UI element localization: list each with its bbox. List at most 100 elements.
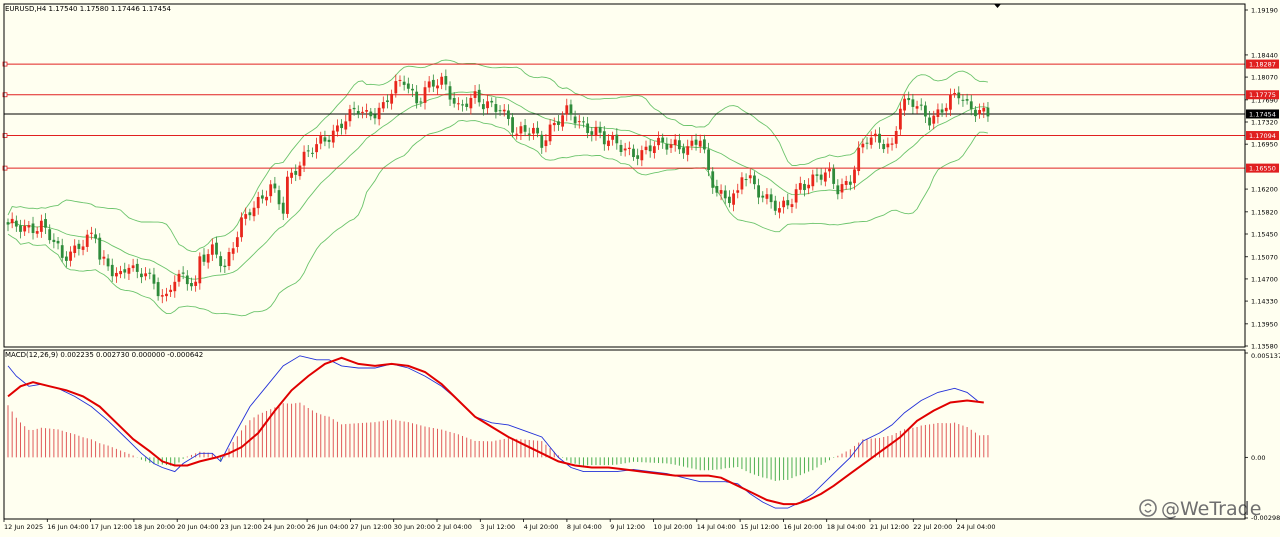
candle-body	[377, 107, 381, 120]
price-tick-label: 1.16950	[1251, 141, 1278, 149]
price-tick-label: 1.14330	[1251, 298, 1278, 306]
price-tick-label: 1.13950	[1251, 320, 1278, 328]
candle-body	[527, 133, 531, 135]
candle-body	[6, 222, 10, 225]
candle-body	[256, 196, 260, 209]
price-header: EURUSD,H4 1.17540 1.17580 1.17446 1.1745…	[5, 5, 172, 13]
candle-body	[135, 263, 139, 272]
candle-body	[753, 175, 756, 185]
candle-body	[878, 133, 881, 143]
candle-body	[844, 181, 848, 185]
candle-body	[235, 237, 239, 247]
candle-body	[694, 139, 698, 145]
candle-body	[732, 193, 735, 205]
candle-body	[144, 273, 148, 277]
candle-body	[615, 134, 619, 144]
time-tick-label: 14 Jul 04:00	[697, 523, 736, 531]
candle-body	[69, 251, 72, 261]
price-tick-label: 1.16200	[1251, 186, 1278, 194]
candle-body	[386, 100, 389, 103]
candle-body	[340, 123, 343, 129]
candle-body	[819, 174, 823, 180]
candle-body	[98, 237, 102, 260]
candle-body	[352, 107, 356, 110]
candle-body	[853, 169, 856, 184]
candle-body	[294, 170, 298, 175]
candle-body	[598, 127, 602, 133]
candle-body	[35, 231, 39, 234]
candle-body	[903, 98, 906, 111]
candle-body	[857, 147, 861, 172]
candle-body	[861, 143, 865, 148]
candle-body	[536, 127, 539, 134]
candle-body	[248, 212, 252, 216]
candle-body	[961, 99, 965, 101]
candle-body	[757, 185, 760, 198]
candle-body	[252, 207, 256, 217]
candle-body	[398, 79, 402, 81]
candle-body	[244, 214, 248, 219]
candle-body	[848, 181, 852, 185]
candle-body	[940, 109, 944, 113]
candle-body	[85, 234, 89, 247]
candle-body	[52, 239, 56, 243]
candle-body	[452, 98, 456, 104]
candle-body	[127, 267, 131, 274]
candle-body	[469, 97, 473, 109]
candle-body	[744, 179, 748, 181]
candle-body	[619, 144, 623, 153]
candle-body	[140, 273, 143, 278]
candle-body	[394, 81, 398, 94]
price-tick-label: 1.19190	[1251, 7, 1278, 15]
time-tick-label: 15 Jul 12:00	[740, 523, 779, 531]
candle-body	[873, 133, 877, 137]
candle-body	[436, 85, 439, 89]
time-tick-label: 22 Jul 20:00	[913, 523, 952, 531]
candle-body	[365, 110, 369, 112]
candle-body	[494, 104, 498, 112]
candle-body	[19, 225, 22, 232]
candle-body	[290, 172, 293, 178]
candle-body	[565, 105, 569, 115]
candle-body	[690, 140, 694, 146]
candle-body	[90, 232, 93, 234]
candle-body	[202, 254, 206, 262]
candle-body	[765, 194, 769, 199]
chart-background	[0, 0, 1280, 537]
candle-body	[56, 240, 60, 244]
candle-body	[836, 185, 840, 195]
candle-body	[10, 218, 14, 224]
candle-body	[431, 79, 435, 87]
candle-body	[882, 143, 886, 150]
candle-body	[181, 272, 185, 274]
candle-body	[828, 168, 831, 172]
price-tick-label: 1.14700	[1251, 275, 1278, 283]
time-tick-label: 23 Jun 12:00	[221, 523, 262, 531]
candle-body	[265, 196, 268, 201]
candle-body	[281, 202, 285, 214]
candle-body	[924, 105, 927, 117]
candle-body	[169, 289, 173, 293]
trading-chart[interactable]: 1.191901.184401.180701.176901.173201.169…	[0, 0, 1280, 537]
candle-body	[548, 124, 552, 142]
level-price-label: 1.17094	[1249, 132, 1276, 140]
level-price-label: 1.17775	[1249, 91, 1276, 99]
candle-body	[932, 115, 936, 124]
candle-body	[361, 111, 364, 113]
price-tick-label: 1.18440	[1251, 51, 1278, 59]
time-tick-label: 3 Jul 12:00	[480, 523, 515, 531]
candle-body	[440, 76, 444, 85]
candle-body	[969, 101, 973, 109]
candle-body	[415, 91, 419, 104]
candle-body	[486, 101, 489, 109]
candle-body	[715, 186, 719, 193]
candle-body	[661, 137, 665, 143]
candle-body	[986, 107, 990, 117]
candle-body	[156, 282, 160, 297]
candle-body	[719, 190, 723, 194]
candle-body	[594, 127, 598, 137]
price-tick-label: 1.17320	[1251, 119, 1278, 127]
candle-body	[402, 81, 406, 85]
candle-body	[160, 295, 164, 297]
candle-body	[14, 220, 18, 227]
